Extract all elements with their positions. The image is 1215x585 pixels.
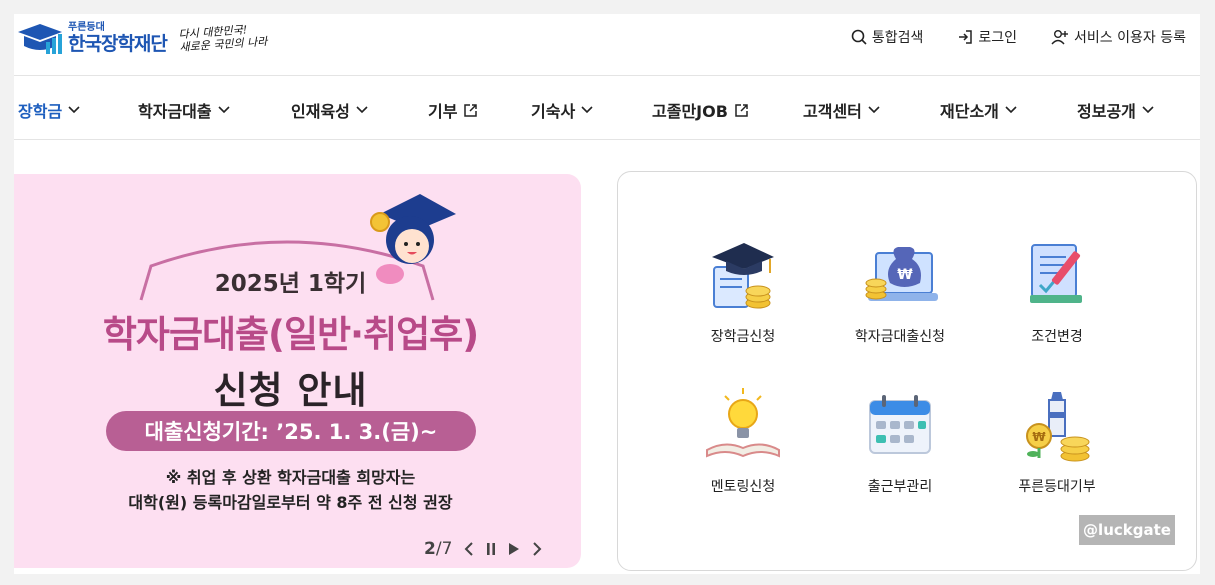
chevron-down-icon	[1142, 106, 1154, 114]
lighthouse-coins-icon: ₩	[1017, 384, 1097, 464]
quick-mentoring-apply[interactable]: 멘토링신청	[668, 384, 818, 496]
nav-dormitory[interactable]: 기숙사	[531, 98, 593, 122]
play-button[interactable]	[508, 542, 520, 556]
chevron-right-icon	[533, 542, 542, 556]
chevron-down-icon	[218, 106, 230, 114]
nav-about[interactable]: 재단소개	[940, 98, 1017, 122]
nav-label: 고객센터	[803, 102, 862, 121]
pause-button[interactable]	[486, 542, 496, 556]
nav-label: 기숙사	[531, 102, 576, 121]
pager-current: 2	[424, 539, 436, 559]
banner-period-badge: 대출신청기간: ’25. 1. 3.(금)~	[106, 411, 476, 451]
slogan: 다시 대한민국! 새로운 국민의 나라	[178, 22, 268, 54]
nav-label: 인재육성	[291, 102, 350, 121]
search-link-label: 통합검색	[871, 30, 924, 46]
banner-title: 학자금대출(일반·취업후)	[102, 313, 479, 356]
quick-donation[interactable]: ₩ 푸른등대기부	[982, 384, 1132, 496]
logo-icon	[16, 20, 64, 56]
pager-total: /7	[435, 539, 453, 559]
calendar-icon	[860, 384, 940, 464]
chevron-down-icon	[68, 106, 80, 114]
nav-customer-center[interactable]: 고객센터	[803, 98, 880, 122]
main-banner[interactable]: 2025년 1학기 학자금대출(일반·취업후) 신청 안내 대출신청기간: ’2…	[14, 174, 581, 568]
chevron-left-icon	[464, 542, 474, 556]
quick-label: 푸른등대기부	[1018, 479, 1096, 495]
quick-label: 조건변경	[1031, 329, 1083, 345]
pager-count: 2/7	[424, 539, 452, 559]
nav-job[interactable]: 고졸만JOB	[652, 98, 749, 122]
nav-student-loan[interactable]: 학자금대출	[138, 98, 230, 122]
site-header: 푸른등대 한국장학재단 다시 대한민국! 새로운 국민의 나라 통합검색 로그인…	[14, 14, 1200, 76]
quick-label: 학자금대출신청	[854, 329, 946, 345]
quick-label: 출근부관리	[867, 479, 933, 495]
register-link[interactable]: 서비스 이용자 등록	[1051, 27, 1186, 47]
nav-scholarship[interactable]: 장학금	[18, 98, 80, 122]
nav-label: 기부	[428, 102, 458, 121]
nav-label: 고졸만JOB	[652, 102, 728, 121]
login-link[interactable]: 로그인	[957, 27, 1017, 47]
banner-subtitle: 신청 안내	[213, 369, 368, 412]
search-link[interactable]: 통합검색	[851, 27, 924, 47]
quick-condition-change[interactable]: 조건변경	[982, 234, 1132, 346]
quick-label: 장학금신청	[710, 329, 776, 345]
user-add-icon	[1051, 30, 1069, 45]
external-link-icon	[735, 103, 748, 117]
chevron-down-icon	[1005, 106, 1017, 114]
logo-small-text: 푸른등대	[68, 21, 105, 33]
nav-donation[interactable]: 기부	[428, 98, 478, 122]
site-logo[interactable]: 푸른등대 한국장학재단 다시 대한민국! 새로운 국민의 나라	[16, 20, 268, 56]
nav-label: 학자금대출	[138, 102, 212, 121]
nav-label: 재단소개	[940, 102, 999, 121]
logo-title: 한국장학재단	[68, 32, 168, 55]
quick-label: 멘토링신청	[710, 479, 776, 495]
nav-talent[interactable]: 인재육성	[291, 98, 368, 122]
banner-note-line-1: ※ 취업 후 상환 학자금대출 희망자는	[165, 468, 416, 487]
prev-button[interactable]	[464, 542, 474, 556]
register-link-label: 서비스 이용자 등록	[1074, 30, 1186, 46]
nav-label: 정보공개	[1077, 102, 1136, 121]
banner-pager: 2/7	[424, 539, 542, 559]
lightbulb-book-icon	[703, 384, 783, 464]
play-icon	[509, 543, 520, 555]
nav-disclosure[interactable]: 정보공개	[1077, 98, 1154, 122]
login-icon	[959, 30, 973, 44]
pause-icon	[487, 543, 496, 555]
chevron-down-icon	[581, 106, 593, 114]
quick-loan-apply[interactable]: ₩ 학자금대출신청	[825, 234, 975, 346]
nav-label: 장학금	[18, 102, 63, 121]
svg-text:₩: ₩	[1032, 430, 1046, 444]
external-link-icon	[464, 103, 478, 117]
next-button[interactable]	[532, 542, 542, 556]
watermark: @luckgate	[1079, 515, 1175, 545]
utility-menu: 통합검색 로그인 서비스 이용자 등록	[851, 27, 1186, 47]
quick-scholarship-apply[interactable]: 장학금신청	[668, 234, 818, 346]
page-frame: 푸른등대 한국장학재단 다시 대한민국! 새로운 국민의 나라 통합검색 로그인…	[14, 14, 1200, 574]
document-pen-icon	[1017, 234, 1097, 314]
search-icon	[851, 29, 867, 45]
banner-note-line-2: 대학(원) 등록마감일로부터 약 8주 전 신청 권장	[128, 493, 453, 512]
svg-text:₩: ₩	[897, 267, 913, 283]
main-navigation: 장학금 학자금대출 인재육성 기부 기숙사 고졸만JOB 고객센터 재단소개 정…	[14, 76, 1200, 140]
chevron-down-icon	[868, 106, 880, 114]
chevron-down-icon	[356, 106, 368, 114]
money-bag-laptop-icon: ₩	[860, 234, 940, 314]
login-link-label: 로그인	[978, 30, 1018, 46]
graduation-cap-coins-icon	[703, 234, 783, 314]
banner-year: 2025년 1학기	[214, 271, 367, 297]
quick-attendance-manage[interactable]: 출근부관리	[825, 384, 975, 496]
quick-menu-panel: 장학금신청 ₩ 학자금대출신청 조건변경 멘토링신청 출근부관리 ₩ 푸른등대기…	[617, 171, 1197, 571]
